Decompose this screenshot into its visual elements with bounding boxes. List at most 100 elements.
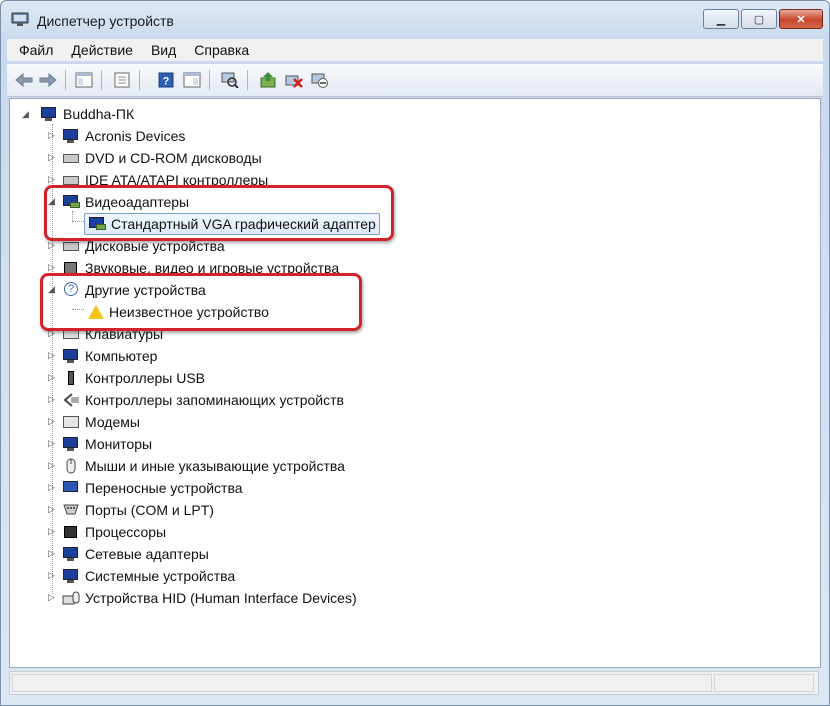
expand-icon[interactable]: ▷ <box>48 593 57 602</box>
action-pane-icon <box>183 72 201 88</box>
expand-icon[interactable]: ▷ <box>48 505 57 514</box>
device-tree[interactable]: ◢ Buddha-ПК ▷ Acronis Devices ▷ DVD и CD… <box>9 98 821 668</box>
maximize-icon: ▢ <box>753 13 765 26</box>
tree-item-label: Acronis Devices <box>85 128 186 144</box>
expand-icon[interactable]: ▷ <box>48 351 57 360</box>
expand-icon[interactable]: ▷ <box>48 549 57 558</box>
tree-item-dvd[interactable]: DVD и CD-ROM дисководы <box>62 148 262 168</box>
update-driver-button[interactable] <box>257 69 279 91</box>
expand-icon[interactable]: ▷ <box>48 263 57 272</box>
tree-item-computer[interactable]: Компьютер <box>62 346 157 366</box>
tree-item-storage-controllers[interactable]: Контроллеры запоминающих устройств <box>62 390 344 410</box>
properties-button[interactable] <box>111 69 133 91</box>
tree-item-network-adapters[interactable]: Сетевые адаптеры <box>62 544 209 564</box>
tree-item-label: DVD и CD-ROM дисководы <box>85 150 262 166</box>
tree-item-label: Устройства HID (Human Interface Devices) <box>85 590 357 606</box>
expand-icon[interactable]: ▷ <box>48 175 57 184</box>
modem-icon <box>62 414 80 430</box>
expand-icon[interactable]: ▷ <box>48 571 57 580</box>
expand-icon[interactable]: ▷ <box>48 439 57 448</box>
close-button[interactable]: ✕ <box>779 9 823 29</box>
forward-button[interactable] <box>37 69 59 91</box>
tree-item-portable[interactable]: Переносные устройства <box>62 478 243 498</box>
disable-icon <box>311 73 328 88</box>
portable-device-icon <box>62 480 80 496</box>
toolbar-separator <box>139 70 140 90</box>
toolbar: ? <box>7 63 823 97</box>
uninstall-button[interactable] <box>283 69 305 91</box>
tree-item-label: Контроллеры USB <box>85 370 205 386</box>
menu-view[interactable]: Вид <box>151 42 176 58</box>
tree-item-acronis[interactable]: Acronis Devices <box>62 126 185 146</box>
root-collapse-icon[interactable]: ◢ <box>22 110 31 119</box>
expand-icon[interactable]: ▷ <box>48 417 57 426</box>
minimize-button[interactable]: ▁ <box>703 9 739 29</box>
tree-item-label: Контроллеры запоминающих устройств <box>85 392 344 408</box>
tree-item-ports[interactable]: Порты (COM и LPT) <box>62 500 214 520</box>
console-tree-button[interactable] <box>73 69 95 91</box>
tree-item-usb[interactable]: Контроллеры USB <box>62 368 205 388</box>
storage-controller-icon <box>62 392 80 408</box>
dvd-drive-icon <box>62 150 80 166</box>
status-bar <box>9 671 819 695</box>
back-button[interactable] <box>13 69 35 91</box>
toolbar-separator <box>247 70 248 90</box>
expand-icon[interactable]: ▷ <box>48 483 57 492</box>
monitor-icon <box>62 436 80 452</box>
expand-icon[interactable]: ▷ <box>48 373 57 382</box>
tree-item-processors[interactable]: Процессоры <box>62 522 166 542</box>
computer-icon <box>62 348 80 364</box>
close-icon: ✕ <box>796 13 806 26</box>
console-tree-icon <box>75 72 93 88</box>
hid-icon <box>62 590 80 606</box>
status-cell <box>714 674 814 692</box>
help-button[interactable]: ? <box>155 69 177 91</box>
toolbar-separator <box>65 70 66 90</box>
highlight-box-other <box>40 273 362 331</box>
status-cell <box>12 674 712 692</box>
forward-icon <box>39 73 57 87</box>
tree-item-modems[interactable]: Модемы <box>62 412 140 432</box>
device-manager-icon <box>11 12 29 26</box>
window-title: Диспетчер устройств <box>37 13 174 29</box>
expand-icon[interactable]: ▷ <box>48 241 57 250</box>
toolbar-separator <box>209 70 210 90</box>
expand-icon[interactable]: ▷ <box>48 131 57 140</box>
highlight-box-video <box>44 185 394 241</box>
tree-item-hid[interactable]: Устройства HID (Human Interface Devices) <box>62 588 357 608</box>
tree-item-label: Переносные устройства <box>85 480 243 496</box>
update-driver-icon <box>260 72 276 88</box>
properties-icon <box>114 72 130 88</box>
usb-icon <box>62 370 80 386</box>
back-icon <box>15 73 33 87</box>
expand-icon[interactable]: ▷ <box>48 527 57 536</box>
title-bar[interactable]: Диспетчер устройств ▁ ▢ ✕ <box>1 1 829 39</box>
tree-item-label: Порты (COM и LPT) <box>85 502 214 518</box>
expand-icon[interactable]: ▷ <box>48 395 57 404</box>
scan-hardware-button[interactable] <box>219 69 241 91</box>
action-pane-button[interactable] <box>181 69 203 91</box>
tree-item-label: Процессоры <box>85 524 167 540</box>
tree-item-mice[interactable]: Мыши и иные указывающие устройства <box>62 456 345 476</box>
disable-button[interactable] <box>309 69 331 91</box>
tree-item-label: Мониторы <box>85 436 153 452</box>
processor-icon <box>62 524 80 540</box>
help-icon: ? <box>158 72 174 88</box>
uninstall-icon <box>285 75 303 88</box>
expand-icon[interactable]: ▷ <box>48 461 57 470</box>
tree-item-label: Модемы <box>85 414 140 430</box>
expand-icon[interactable]: ▷ <box>48 153 57 162</box>
tree-item-label: Сетевые адаптеры <box>85 546 209 562</box>
menu-action[interactable]: Действие <box>71 42 133 58</box>
menu-help[interactable]: Справка <box>194 42 249 58</box>
minimize-icon: ▁ <box>716 13 726 26</box>
tree-root-computer[interactable]: Buddha-ПК <box>40 104 134 124</box>
port-icon <box>62 502 80 518</box>
menu-bar: Файл Действие Вид Справка <box>7 39 823 61</box>
scan-hardware-icon <box>221 72 239 88</box>
menu-file[interactable]: Файл <box>19 42 53 58</box>
tree-item-system-devices[interactable]: Системные устройства <box>62 566 235 586</box>
tree-item-monitors[interactable]: Мониторы <box>62 434 152 454</box>
mouse-icon <box>62 458 80 474</box>
maximize-button[interactable]: ▢ <box>741 9 777 29</box>
